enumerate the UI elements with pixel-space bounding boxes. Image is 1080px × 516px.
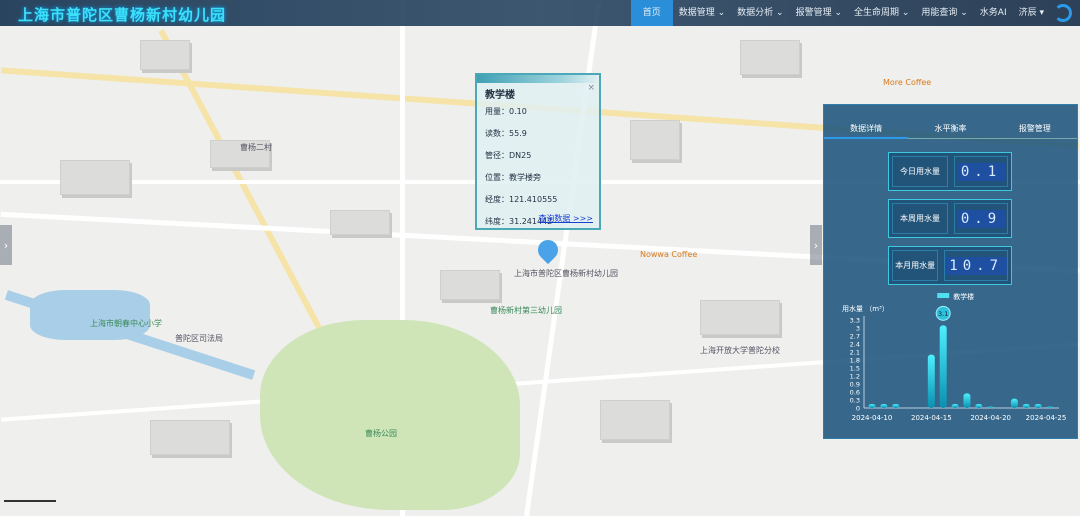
nav-energy-query[interactable]: 用能查询 ⌄ [915, 0, 973, 26]
nav-alarm-management[interactable]: 报警管理 ⌄ [790, 0, 848, 26]
stat-label: 本月用水量 [892, 250, 939, 281]
y-tick-label: 3.3 [850, 317, 860, 325]
map-label: 曹杨公园 [365, 429, 397, 438]
bar [892, 404, 900, 408]
popup-longitude: 经度：121.410555 [485, 195, 558, 204]
bar [1034, 404, 1042, 408]
map-label: More Coffee [883, 78, 932, 87]
bar [939, 325, 947, 408]
bar [1022, 404, 1030, 408]
bar [1010, 398, 1018, 408]
popup-diameter: 管径：DN25 [485, 151, 532, 160]
map-label: 上海市朝春中心小学 [90, 319, 162, 328]
y-tick-label: 3 [856, 325, 860, 333]
map-label: Nowwa Coffee [640, 250, 698, 259]
map-label: 上海开放大学普陀分校 [700, 346, 780, 355]
stat-label: 今日用水量 [892, 156, 948, 187]
legend-label: 教学楼 [953, 292, 974, 301]
data-panel: 数据详情 水平衡率 报警管理 今日用水量 0.1 本周用水量 0.9 本月用水量… [823, 104, 1078, 439]
stat-value: 10.7 [945, 256, 1007, 275]
y-tick-label: 0.6 [850, 389, 860, 397]
bar [868, 404, 876, 408]
popup-title: 教学楼 [485, 90, 515, 101]
main-nav: 首页 数据管理 ⌄ 数据分析 ⌄ 报警管理 ⌄ 全生命周期 ⌄ 用能查询 ⌄ 水… [630, 0, 1050, 26]
tab-data-details[interactable]: 数据详情 [850, 123, 882, 134]
stat-month: 本月用水量 10.7 [888, 246, 1012, 285]
nav-data-analysis[interactable]: 数据分析 ⌄ [731, 0, 789, 26]
stat-value: 0.1 [956, 162, 1006, 181]
marker-label: 上海市普陀区曹杨新村幼儿园 [514, 269, 618, 278]
stat-label: 本周用水量 [892, 203, 948, 234]
bar [1046, 406, 1054, 408]
nav-lifecycle[interactable]: 全生命周期 ⌄ [848, 0, 915, 26]
legend-swatch [937, 293, 950, 298]
map-label: 普陀区司法局 [175, 334, 223, 343]
stat-week: 本周用水量 0.9 [888, 199, 1012, 238]
x-tick-label: 2024-04-15 [911, 414, 952, 422]
query-data-link[interactable]: 查询数据 >>> [538, 213, 593, 224]
bar [927, 354, 935, 408]
y-tick-label: 2.7 [850, 333, 860, 341]
y-tick-label: 0.3 [850, 397, 860, 405]
bar [975, 404, 983, 408]
y-tick-label: 2.1 [850, 349, 860, 357]
map-label: 曹杨新村第三幼儿园 [490, 306, 562, 315]
info-popup: × 教学楼 用量：0.10 读数：55.9 管径：DN25 位置：教学楼旁 经度… [475, 73, 601, 230]
map-scale-bar [4, 500, 56, 502]
y-tick-label: 1.8 [850, 357, 860, 365]
popup-reading: 读数：55.9 [485, 129, 527, 138]
popup-usage: 用量：0.10 [485, 107, 527, 116]
close-icon[interactable]: × [587, 83, 595, 93]
map-label: 曹杨二村 [240, 143, 272, 152]
nav-water-ai[interactable]: 水务AI [974, 0, 1013, 26]
y-tick-label: 1.5 [850, 365, 860, 373]
y-tick-label: 0.9 [850, 381, 860, 389]
bar [987, 406, 995, 408]
popup-location: 位置：教学楼旁 [485, 173, 541, 182]
stat-value: 0.9 [956, 209, 1006, 228]
app-title: 上海市普陀区曹杨新村幼儿园 [18, 6, 227, 24]
nav-home[interactable]: 首页 [630, 0, 673, 26]
header: 上海市普陀区曹杨新村幼儿园 首页 数据管理 ⌄ 数据分析 ⌄ 报警管理 ⌄ 全生… [0, 0, 1080, 26]
value-pin-label: 3.1 [938, 310, 948, 318]
nav-data-management[interactable]: 数据管理 ⌄ [673, 0, 731, 26]
tab-water-balance[interactable]: 水平衡率 [934, 123, 966, 134]
x-tick-label: 2024-04-20 [970, 414, 1011, 422]
y-axis-label: 用水量 （m³） [842, 304, 889, 313]
y-tick-label: 0 [856, 405, 860, 413]
left-arrow-button[interactable]: › [0, 225, 12, 265]
y-tick-label: 2.4 [850, 341, 860, 349]
bar [963, 393, 971, 408]
y-tick-label: 1.2 [850, 373, 860, 381]
stat-today: 今日用水量 0.1 [888, 152, 1012, 191]
loading-logo-icon [1054, 4, 1072, 22]
bar [880, 404, 888, 408]
tab-alarm-management[interactable]: 报警管理 [1019, 123, 1051, 134]
bar [951, 404, 959, 408]
right-arrow-button[interactable]: › [810, 225, 822, 265]
water-usage-chart: 用水量 （m³） 00.30.60.91.21.51.82.12.42.733.3… [842, 292, 1067, 422]
user-menu[interactable]: 济辰 ▾ [1013, 0, 1050, 26]
x-tick-label: 2024-04-25 [1026, 414, 1067, 422]
x-tick-label: 2024-04-10 [852, 414, 893, 422]
